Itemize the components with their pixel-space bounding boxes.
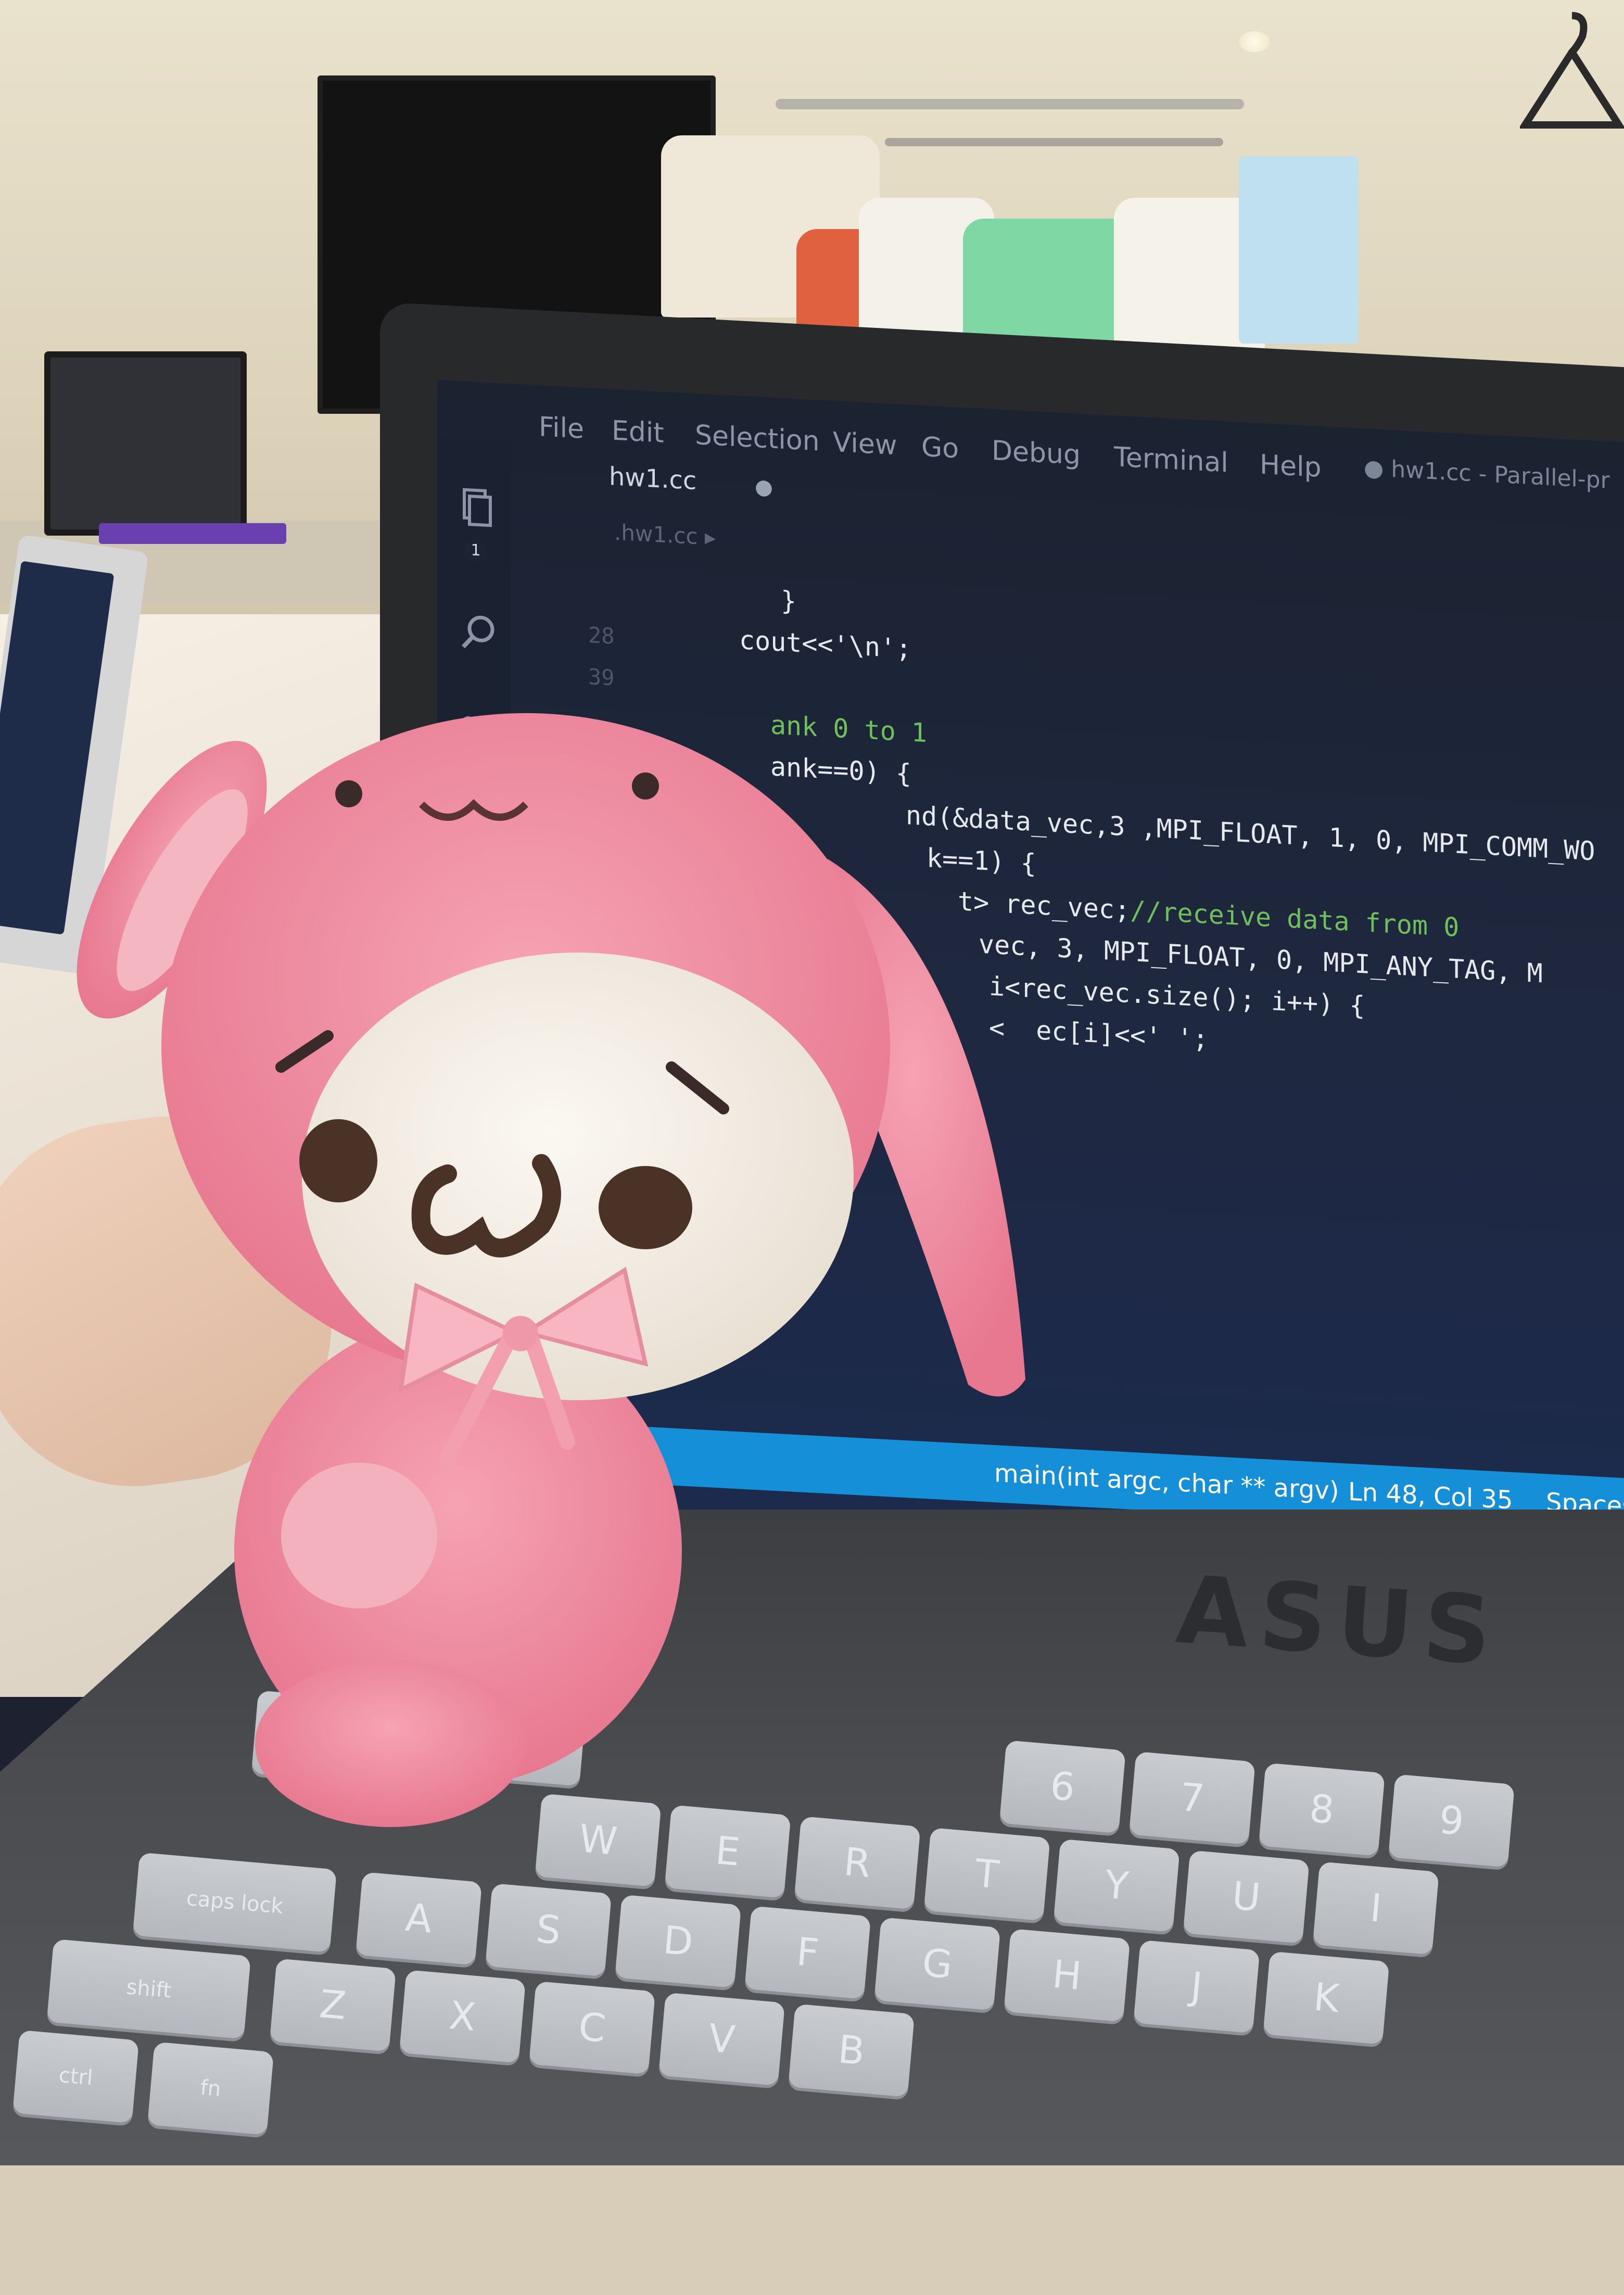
key-g[interactable]: G <box>874 1917 1001 2011</box>
window-title: ● hw1.cc - Parallel-pr <box>1364 454 1610 494</box>
breadcrumb[interactable]: .hw1.cc ▸ <box>614 519 716 550</box>
line-number: 28 <box>588 622 615 649</box>
key-shift[interactable]: shift <box>46 1938 251 2039</box>
key-x[interactable]: X <box>399 1970 526 2063</box>
code-line[interactable]: cout<<'\n'; <box>739 625 911 664</box>
explorer-icon[interactable] <box>458 485 494 527</box>
key-c[interactable]: C <box>529 1981 656 2075</box>
menu-debug[interactable]: Debug <box>992 435 1081 471</box>
key-8[interactable]: 8 <box>1258 1763 1385 1856</box>
menu-go[interactable]: Go <box>921 432 959 465</box>
code-comment: //receive data from 0 <box>1130 895 1460 943</box>
pink-bunny-plush <box>77 713 1025 1827</box>
line-number: 39 <box>588 664 615 691</box>
menu-view[interactable]: View <box>833 427 897 461</box>
code-line[interactable]: } <box>781 586 796 617</box>
key-b[interactable]: B <box>788 2004 915 2097</box>
key-f[interactable]: F <box>744 1906 871 1999</box>
purple-folder <box>99 523 286 544</box>
key-h[interactable]: H <box>1004 1929 1131 2022</box>
key-i[interactable]: I <box>1312 1861 1439 1955</box>
menu-help[interactable]: Help <box>1260 449 1322 484</box>
key-u[interactable]: U <box>1183 1850 1310 1944</box>
explorer-badge: 1 <box>464 538 487 563</box>
key-v[interactable]: V <box>658 1992 785 2086</box>
hanger-icon <box>1520 12 1624 129</box>
hanging-clothes <box>661 135 1390 375</box>
key-d[interactable]: D <box>615 1894 742 1988</box>
hood-right-eye <box>632 772 659 800</box>
bow-knot <box>503 1316 538 1351</box>
key-s[interactable]: S <box>485 1883 612 1977</box>
key-j[interactable]: J <box>1133 1939 1260 2034</box>
key-caps-lock[interactable]: caps lock <box>132 1852 337 1953</box>
key-k[interactable]: K <box>1263 1951 1390 2045</box>
status-cursor-position[interactable]: Ln 48, Col 35 <box>1348 1477 1513 1515</box>
search-icon[interactable] <box>458 610 494 649</box>
menu-edit[interactable]: Edit <box>612 415 664 449</box>
key-a[interactable]: A <box>356 1872 483 1966</box>
menu-terminal[interactable]: Terminal <box>1114 441 1228 479</box>
right-eye <box>599 1166 692 1249</box>
key-ctrl[interactable]: ctrl <box>12 2030 139 2124</box>
menu-selection[interactable]: Selection <box>695 420 820 458</box>
clothes-rail <box>776 99 1244 109</box>
left-eye <box>299 1119 377 1202</box>
key-y[interactable]: Y <box>1053 1838 1180 1933</box>
tab-hw1[interactable]: hw1.cc <box>609 462 696 496</box>
plush-paw <box>281 1463 437 1608</box>
key-z[interactable]: Z <box>269 1958 396 2052</box>
key-fn[interactable]: fn <box>147 2042 274 2135</box>
ceiling-light <box>1239 31 1270 52</box>
tab-dirty-indicator: ● <box>755 474 773 500</box>
key-9[interactable]: 9 <box>1388 1774 1515 1868</box>
plush-foot <box>255 1660 526 1827</box>
menu-file[interactable]: File <box>539 411 584 445</box>
blue-bag <box>1239 156 1359 344</box>
key-t[interactable]: T <box>923 1827 1050 1921</box>
desktop-monitor <box>44 351 247 536</box>
brand-logo: ASUS <box>1173 1555 1505 1687</box>
key-7[interactable]: 7 <box>1128 1751 1255 1845</box>
hood-left-eye <box>335 780 362 807</box>
